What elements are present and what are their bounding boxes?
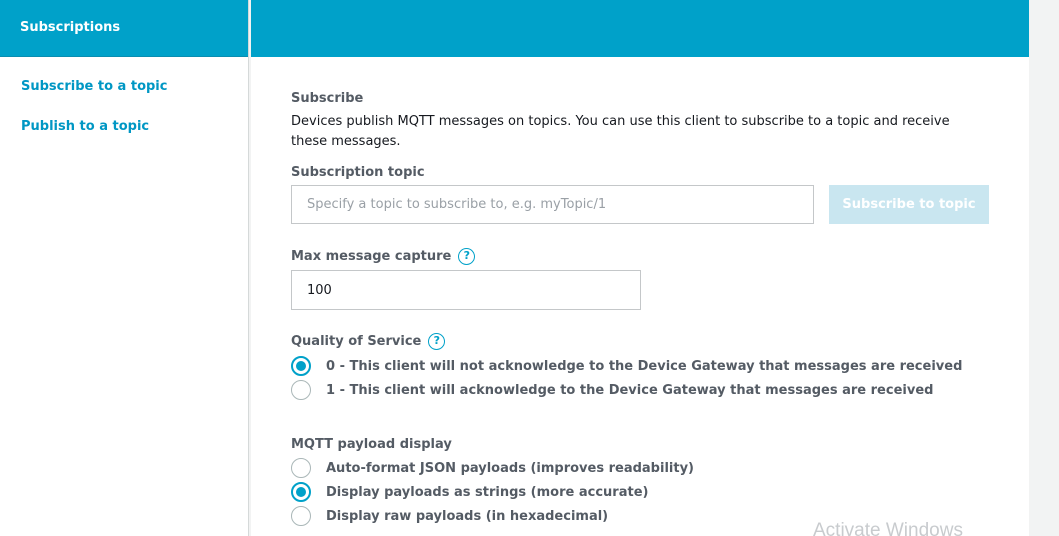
qos-option-1[interactable]: 1 - This client will acknowledge to the …: [291, 380, 933, 400]
subscribe-to-topic-button[interactable]: Subscribe to topic: [829, 185, 989, 224]
subscribe-description: Devices publish MQTT messages on topics.…: [291, 114, 950, 149]
payload-option-json[interactable]: Auto-format JSON payloads (improves read…: [291, 458, 694, 478]
radio-checked-icon[interactable]: [291, 356, 311, 376]
qos-option-label: 1 - This client will acknowledge to the …: [326, 382, 934, 398]
payload-option-hex[interactable]: Display raw payloads (in hexadecimal): [291, 506, 608, 526]
sidebar-link-subscribe[interactable]: Subscribe to a topic: [0, 78, 248, 96]
sidebar-link-publish[interactable]: Publish to a topic: [0, 118, 248, 136]
qos-option-0[interactable]: 0 - This client will not acknowledge to …: [291, 356, 962, 376]
main-panel: Subscribe Devices publish MQTT messages …: [251, 0, 1029, 536]
payload-option-label: Display payloads as strings (more accura…: [326, 484, 649, 500]
question-circle-icon[interactable]: ?: [428, 333, 446, 350]
max-message-capture-input[interactable]: [291, 270, 641, 310]
radio-unchecked-icon[interactable]: [291, 506, 311, 526]
max-message-capture-row: Max message capture?: [291, 248, 476, 265]
payload-option-label: Display raw payloads (in hexadecimal): [326, 508, 609, 524]
radio-checked-icon[interactable]: [291, 482, 311, 502]
payload-display-label: MQTT payload display: [291, 437, 452, 452]
radio-unchecked-icon[interactable]: [291, 380, 311, 400]
sidebar-header: Subscriptions: [0, 0, 248, 57]
subscription-topic-input[interactable]: [291, 185, 814, 224]
qos-option-label: 0 - This client will not acknowledge to …: [326, 358, 963, 374]
subscribe-title: Subscribe: [291, 91, 364, 106]
sidebar: Subscriptions Subscribe to a topic Publi…: [0, 0, 249, 536]
payload-option-strings[interactable]: Display payloads as strings (more accura…: [291, 482, 648, 502]
qos-row: Quality of Service?: [291, 333, 446, 350]
subscription-topic-label: Subscription topic: [291, 165, 425, 180]
qos-label: Quality of Service: [291, 334, 422, 349]
max-message-capture-label: Max message capture: [291, 249, 452, 264]
payload-option-label: Auto-format JSON payloads (improves read…: [326, 460, 694, 476]
right-gutter: [1029, 0, 1059, 536]
radio-unchecked-icon[interactable]: [291, 458, 311, 478]
panel-header: [251, 0, 1029, 57]
activate-windows-watermark: Activate Windows: [813, 520, 963, 536]
question-circle-icon[interactable]: ?: [458, 248, 476, 265]
